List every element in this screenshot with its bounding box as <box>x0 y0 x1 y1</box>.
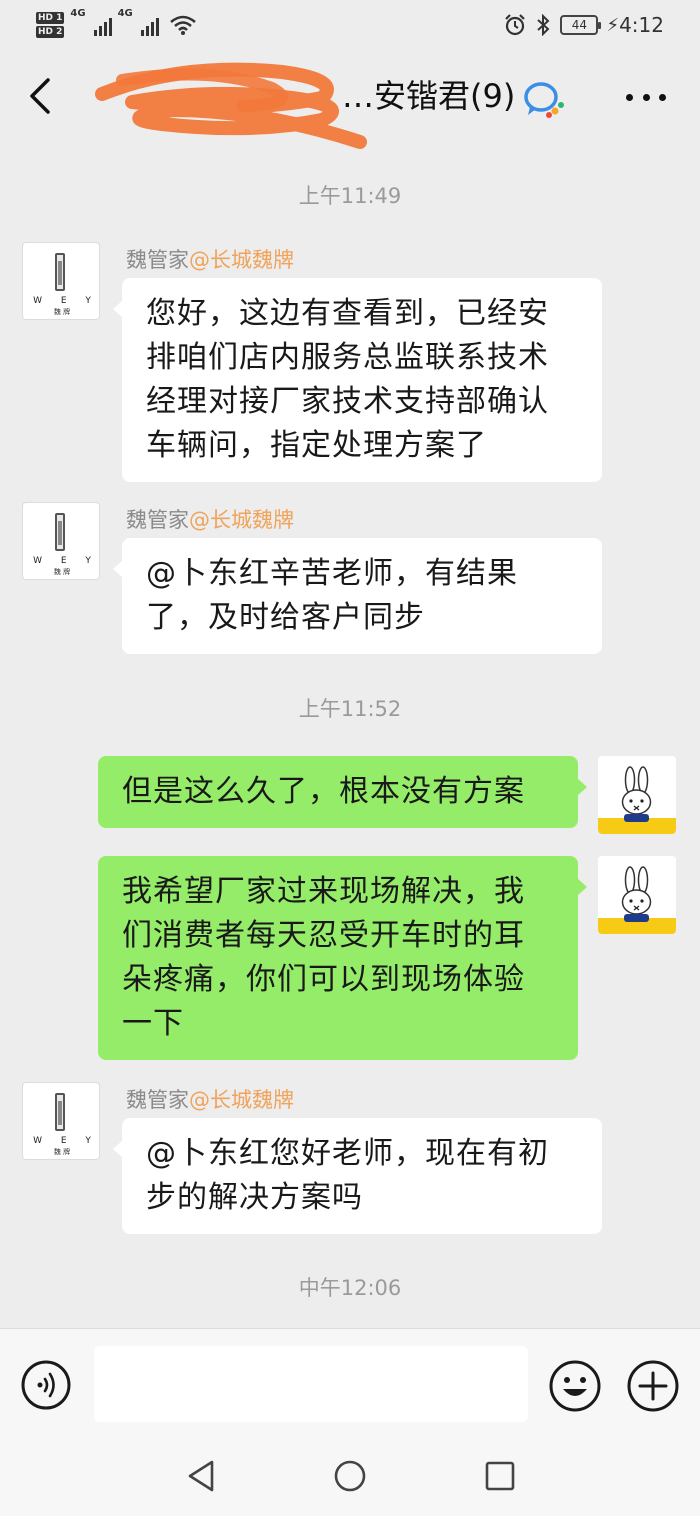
wey-logo-text: W E Y <box>33 296 99 306</box>
message-bubble-incoming[interactable]: @卜东红您好老师，现在有初步的解决方案吗 <box>113 1118 602 1234</box>
avatar[interactable]: W E Y 魏 牌 <box>22 502 100 580</box>
emoji-icon[interactable] <box>548 1359 602 1413</box>
wey-logo-text: W E Y <box>33 1136 99 1146</box>
sender-nickname: 魏管家 <box>126 248 189 272</box>
wey-logo-cn: 魏 牌 <box>53 308 71 316</box>
message-bubble-incoming[interactable]: 您好，这边有查看到，已经安排咱们店内服务总监联系技术经理对接厂家技术支持部确认车… <box>113 278 602 482</box>
sender-corp: @长城魏牌 <box>189 1088 294 1112</box>
status-left: HD 1 HD 2 4G 4G <box>36 8 197 42</box>
nav-home-icon[interactable] <box>332 1458 368 1494</box>
message-bubble-outgoing[interactable]: 我希望厂家过来现场解决，我们消费者每天忍受开车时的耳朵疼痛，你们可以到现场体验一… <box>98 856 587 1060</box>
message-bubble-outgoing[interactable]: 但是这么久了，根本没有方案 <box>98 756 587 828</box>
alarm-icon <box>505 14 526 36</box>
system-nav-bar <box>0 1436 700 1516</box>
network2-label: 4G <box>117 8 133 19</box>
avatar[interactable] <box>598 856 676 934</box>
nav-recent-icon[interactable] <box>482 1458 518 1494</box>
sender-name: 魏管家@长城魏牌 <box>126 246 294 274</box>
wey-logo-text: W E Y <box>33 556 99 566</box>
timestamp: 上午11:52 <box>298 697 402 721</box>
plus-icon[interactable] <box>626 1359 680 1413</box>
network1-label: 4G <box>70 8 86 19</box>
sender-corp: @长城魏牌 <box>189 248 294 272</box>
bunny-avatar-icon <box>598 856 676 934</box>
more-dots-icon[interactable] <box>622 82 670 112</box>
chat-title: …安锴君(9) <box>342 77 516 115</box>
sender-nickname: 魏管家 <box>126 508 189 532</box>
bunny-avatar-icon <box>598 756 676 834</box>
wework-icon[interactable] <box>522 80 566 120</box>
timestamp: 上午11:49 <box>298 184 402 208</box>
sender-nickname: 魏管家 <box>126 1088 189 1112</box>
charging-icon: ⚡ <box>606 14 620 36</box>
sender-corp: @长城魏牌 <box>189 508 294 532</box>
timestamp: 中午12:06 <box>298 1276 402 1300</box>
wey-logo-icon <box>55 253 65 291</box>
hd-indicators: HD 1 HD 2 <box>36 12 65 38</box>
status-bar: HD 1 HD 2 4G 4G 44 ⚡ 4:12 <box>0 0 700 50</box>
bluetooth-icon <box>537 14 550 36</box>
chat-header: …安锴君(9) <box>0 60 700 149</box>
status-time: 4:12 <box>619 13 664 37</box>
wey-logo-icon <box>55 513 65 551</box>
wey-logo-cn: 魏 牌 <box>53 568 71 576</box>
hd1-label: HD 1 <box>36 12 65 24</box>
nav-back-icon[interactable] <box>184 1458 220 1494</box>
message-bubble-incoming[interactable]: @卜东红辛苦老师，有结果了，及时给客户同步 <box>113 538 602 654</box>
signal1-icon <box>93 14 112 36</box>
redaction-scribble <box>95 62 367 149</box>
avatar[interactable]: W E Y 魏 牌 <box>22 242 100 320</box>
sender-name: 魏管家@长城魏牌 <box>126 1086 294 1114</box>
sender-name: 魏管家@长城魏牌 <box>126 506 294 534</box>
avatar[interactable]: W E Y 魏 牌 <box>22 1082 100 1160</box>
wey-logo-icon <box>55 1093 65 1131</box>
battery-icon: 44 <box>560 15 602 35</box>
wifi-icon <box>169 15 196 35</box>
signal2-icon <box>140 14 159 36</box>
avatar[interactable] <box>598 756 676 834</box>
wey-logo-cn: 魏 牌 <box>53 1148 71 1156</box>
voice-icon[interactable] <box>20 1359 72 1411</box>
message-input[interactable] <box>94 1346 528 1422</box>
chevron-left-icon[interactable] <box>22 74 62 118</box>
chat-input-bar <box>0 1328 700 1436</box>
status-right: 44 ⚡ 4:12 <box>504 10 664 40</box>
hd2-label: HD 2 <box>36 26 65 38</box>
